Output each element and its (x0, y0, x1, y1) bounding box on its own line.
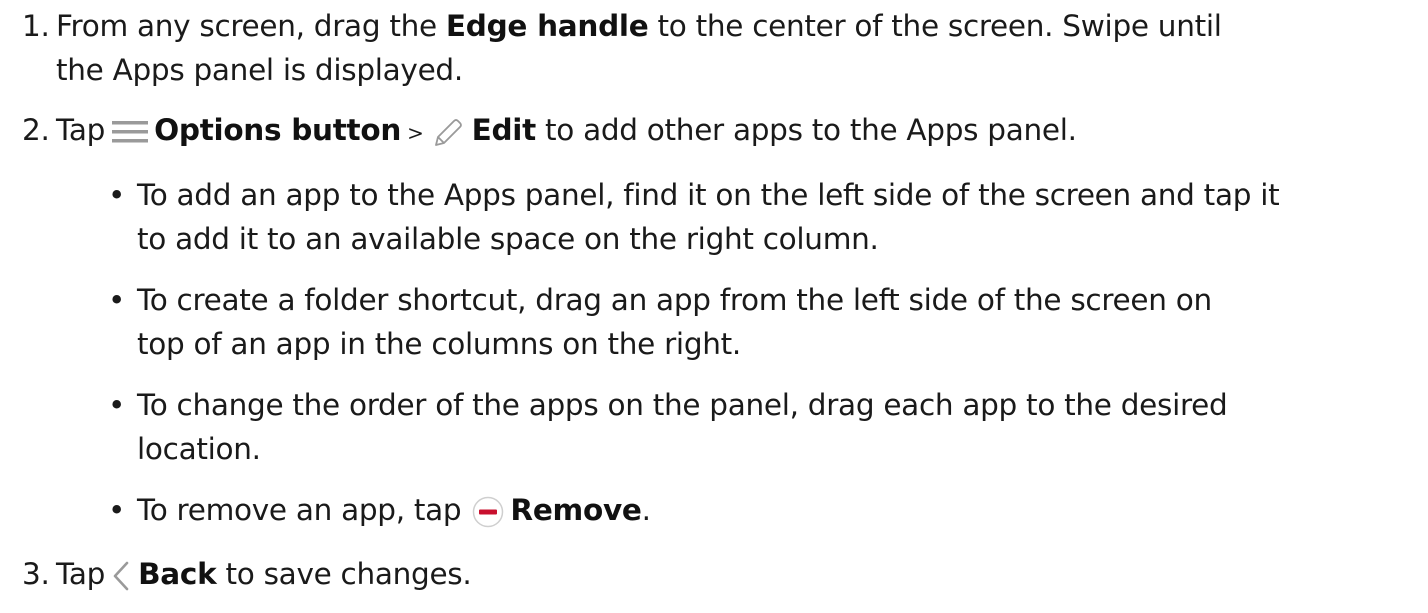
chevron-left-icon (110, 560, 132, 592)
remove-label: Remove (510, 493, 642, 527)
step-2-text-pre: Tap (56, 113, 115, 147)
bullet-2-line-2: top of an app in the columns on the righ… (137, 327, 741, 361)
step-3-text-post: to save changes. (216, 557, 472, 591)
bullet-4-text-pre: To remove an app, tap (137, 493, 471, 527)
step-2-text-post: to add other apps to the Apps panel. (535, 113, 1077, 147)
step-1-line-1: From any screen, drag the Edge handle to… (56, 6, 1222, 46)
bullet-2-line-1: To create a folder shortcut, drag an app… (137, 283, 1212, 317)
hamburger-menu-icon (112, 116, 149, 148)
bullet-3-line-2: location. (137, 432, 261, 466)
step-1-text-pre: From any screen, drag the (56, 9, 446, 43)
bullet-4-line: To remove an app, tap Remove. (137, 490, 651, 530)
step-2-line: Tap Options button > Edit to add other a… (56, 110, 1077, 153)
step-2-number: 2. (22, 113, 50, 147)
back-label: Back (138, 557, 217, 591)
step-1-number: 1. (22, 9, 50, 43)
options-button-label: Options button (154, 113, 402, 147)
edge-handle-label: Edge handle (445, 9, 649, 43)
remove-minus-circle-icon (472, 496, 504, 528)
bullet-4-marker: • (108, 493, 126, 527)
step-3-text-pre: Tap (56, 557, 115, 591)
bullet-1-line-1: To add an app to the Apps panel, find it… (137, 178, 1280, 212)
step-3-number: 3. (22, 557, 50, 591)
bullet-3-marker: • (108, 388, 126, 422)
bullet-1-line-2: to add it to an available space on the r… (137, 222, 879, 256)
edit-label: Edit (471, 113, 537, 147)
pencil-icon (432, 116, 464, 148)
step-3-line: Tap Back to save changes. (56, 554, 472, 594)
step-1-line-2: the Apps panel is displayed. (56, 53, 463, 87)
step-1-text-post: to the center of the screen. Swipe until (648, 9, 1222, 43)
bullet-1-marker: • (108, 178, 126, 212)
bullet-2-marker: • (108, 283, 126, 317)
bullet-4-text-post: . (641, 493, 651, 527)
step-2-separator: > (401, 121, 430, 145)
bullet-3-line-1: To change the order of the apps on the p… (137, 388, 1228, 422)
